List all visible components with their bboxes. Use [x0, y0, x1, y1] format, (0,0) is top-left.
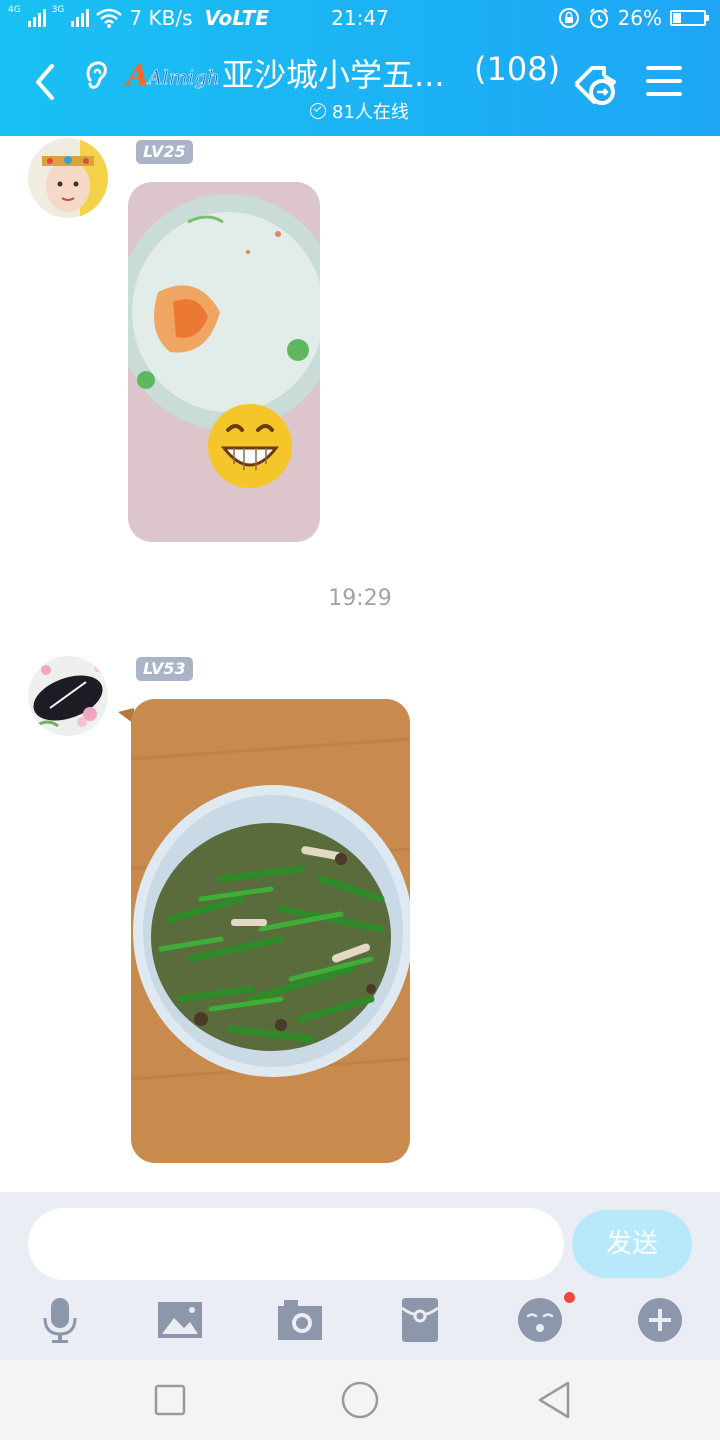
plus-icon[interactable] [636, 1296, 684, 1344]
group-title[interactable]: 亚沙城小学五... [222, 50, 445, 96]
menu-icon[interactable] [646, 66, 682, 98]
avatar[interactable] [28, 656, 108, 736]
send-button[interactable]: 发送 [572, 1210, 692, 1278]
member-count[interactable]: (108) [474, 50, 560, 88]
alarm-icon [589, 8, 608, 28]
status-right: 26% [558, 6, 709, 30]
brand-logo: A Almighty [124, 59, 220, 94]
message-input[interactable] [28, 1208, 564, 1280]
svg-text:Almighty: Almighty [146, 65, 220, 89]
home-icon[interactable] [340, 1380, 380, 1420]
avatar[interactable] [28, 138, 108, 218]
online-count: 81人在线 [332, 102, 409, 123]
battery-icon [670, 10, 709, 26]
battery-fill [673, 13, 681, 23]
chat-area[interactable]: LV25 19:29 LV53 [0, 136, 720, 1192]
back-icon[interactable] [28, 62, 64, 102]
chat-header: 4G 3G 7 KB/s VoLTE 21:47 26% A Almighty … [0, 0, 720, 136]
message-timestamp: 19:29 [328, 586, 392, 611]
back-nav-icon[interactable] [534, 1380, 574, 1420]
input-bar: 发送 [0, 1192, 720, 1360]
group-shortcut-icon[interactable] [570, 62, 622, 112]
clock: 21:47 [331, 6, 389, 30]
check-circle-icon [310, 103, 326, 119]
online-status: 81人在线 [310, 98, 409, 124]
svg-text:A: A [124, 59, 149, 94]
emoji-badge-dot [564, 1292, 575, 1303]
rotation-lock-icon [558, 8, 579, 28]
level-badge: LV25 [136, 140, 193, 164]
toolbar [0, 1292, 720, 1352]
level-badge: LV53 [136, 657, 193, 681]
image-message[interactable] [128, 182, 320, 542]
ear-icon[interactable] [80, 58, 112, 94]
title-bar: A Almighty 亚沙城小学五... (108) 81人在线 [0, 44, 720, 136]
system-navigation-bar [0, 1360, 720, 1440]
voice-icon[interactable] [36, 1296, 84, 1344]
status-bar: 4G 3G 7 KB/s VoLTE 21:47 26% [0, 0, 720, 36]
battery-percent: 26% [617, 6, 662, 30]
red-packet-icon[interactable] [396, 1296, 444, 1344]
recent-apps-icon[interactable] [152, 1382, 188, 1418]
emoji-icon[interactable] [516, 1296, 564, 1344]
image-message[interactable] [131, 699, 410, 1163]
picture-icon[interactable] [156, 1296, 204, 1344]
camera-icon[interactable] [276, 1296, 324, 1344]
